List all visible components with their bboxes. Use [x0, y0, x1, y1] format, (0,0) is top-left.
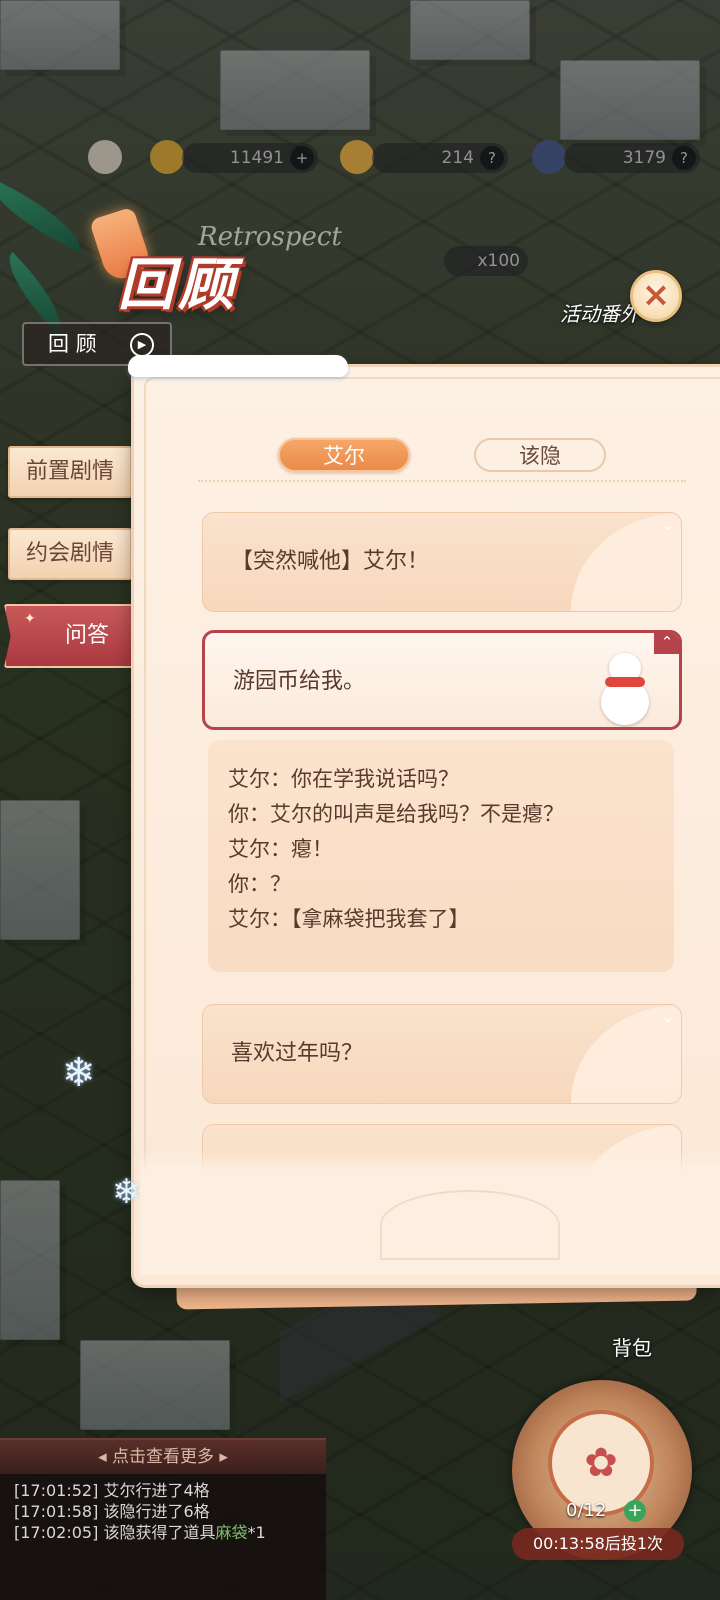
log-time: [17:01:52]	[14, 1481, 99, 1500]
dialog-line: 你：？	[228, 872, 291, 896]
question-card[interactable]: 喜欢过年吗？ ⌄	[202, 1004, 682, 1104]
question-card-expanded[interactable]: 游园币给我。 ⌃	[202, 630, 682, 730]
question-text: 【突然喊他】艾尔！	[231, 549, 430, 574]
dialog-line: 艾尔：你在学我说话吗？	[228, 767, 459, 791]
log-entry: [17:01:58] 该隐行进了6格	[0, 1501, 326, 1522]
tab-character-cain[interactable]: 该隐	[474, 438, 606, 472]
dialog-line: 艾尔：【拿麻袋把我套了】	[228, 907, 470, 931]
chevron-down-icon: ⌄	[661, 1007, 675, 1026]
sparkle-icon: ✦	[24, 611, 36, 627]
tab-character-ayer[interactable]: 艾尔	[278, 438, 410, 472]
event-log[interactable]: ◂ 点击查看更多 ▸ [17:01:52] 艾尔行进了4格 [17:01:58]…	[0, 1438, 326, 1600]
snowman-icon	[593, 653, 657, 727]
log-time: [17:01:58]	[14, 1502, 99, 1521]
caret-left-icon: ◂	[98, 1447, 112, 1467]
dialog-line: 你：艾尔的叫声是给我吗？不是瘪？	[228, 802, 564, 826]
flower-icon: ✿	[584, 1440, 618, 1486]
snowflake-icon: ❄	[62, 1050, 96, 1096]
tab-date-story[interactable]: 约会剧情	[8, 528, 132, 580]
dice-timer: 00:13:58后投1次	[512, 1528, 684, 1560]
caret-right-icon: ▸	[214, 1447, 228, 1467]
tab-label: 约会剧情	[25, 541, 114, 566]
snowflake-icon: ❄	[112, 1172, 141, 1212]
chevron-up-icon: ⌃	[654, 633, 679, 654]
question-card[interactable]: 【突然喊他】艾尔！ ⌄	[202, 512, 682, 612]
review-button-label: 回 顾	[48, 332, 97, 356]
log-item: 麻袋	[215, 1523, 248, 1542]
close-button[interactable]: ×	[630, 270, 682, 322]
dice-count: 0/12	[566, 1500, 607, 1521]
dialog-line: 艾尔：瘪！	[228, 837, 333, 861]
divider	[198, 480, 686, 482]
log-time: [17:02:05]	[14, 1523, 99, 1542]
bag-label[interactable]: 背包	[612, 1332, 652, 1361]
page-title: 回顾	[118, 252, 238, 318]
chevron-down-icon: ⌄	[661, 515, 675, 534]
tab-prologue-story[interactable]: 前置剧情	[8, 446, 132, 498]
play-icon: ▶	[130, 333, 154, 357]
log-text: 该隐行进了6格	[103, 1502, 210, 1521]
tab-label: 问答	[64, 623, 109, 648]
add-dice-button[interactable]: +	[624, 1500, 646, 1522]
cloud-decoration	[380, 1190, 560, 1260]
log-entry: [17:01:52] 艾尔行进了4格	[0, 1480, 326, 1501]
log-suffix: *1	[247, 1523, 266, 1542]
log-header-label: 点击查看更多	[112, 1447, 214, 1467]
log-text: 该隐获得了道具	[103, 1523, 216, 1542]
tab-label: 前置剧情	[25, 459, 114, 484]
log-text: 艾尔行进了4格	[103, 1481, 210, 1500]
activity-label[interactable]: 活动番外	[560, 298, 640, 327]
question-text: 游园币给我。	[233, 669, 366, 694]
log-entry: [17:02:05] 该隐获得了道具麻袋*1	[0, 1522, 326, 1543]
snow-decoration	[128, 355, 348, 377]
question-text: 喜欢过年吗？	[231, 1041, 364, 1066]
log-header[interactable]: ◂ 点击查看更多 ▸	[0, 1440, 326, 1474]
answer-dialog: 艾尔：你在学我说话吗？ 你：艾尔的叫声是给我吗？不是瘪？ 艾尔：瘪！ 你：？ 艾…	[208, 740, 674, 972]
